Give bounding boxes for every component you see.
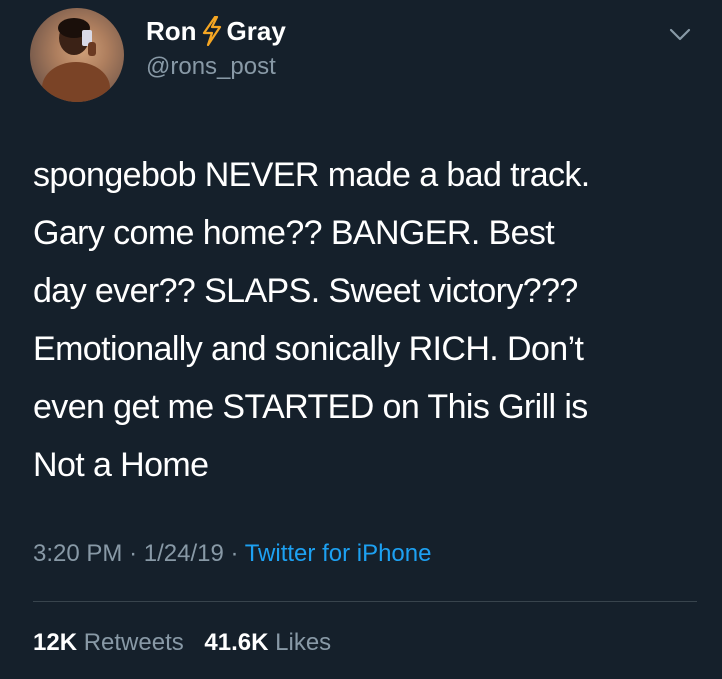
tweet-date[interactable]: 1/24/19 <box>144 540 224 567</box>
retweets-count: 12K <box>33 629 78 656</box>
avatar[interactable] <box>30 8 124 102</box>
avatar-photo <box>30 8 124 102</box>
likes-stat[interactable]: 41.6K Likes <box>204 629 331 656</box>
tweet-text: spongebob NEVER made a bad track. Gary c… <box>33 146 693 494</box>
tweet-text-line: Not a Home <box>33 446 209 484</box>
tweet-text-line: spongebob NEVER made a bad track. <box>33 156 590 194</box>
user-handle[interactable]: @rons_post <box>146 52 276 82</box>
meta-separator: · <box>129 540 138 567</box>
tweet-source-link[interactable]: Twitter for iPhone <box>245 540 432 567</box>
tweet-text-line: Emotionally and sonically RICH. Don’t <box>33 330 584 368</box>
meta-separator: · <box>230 540 239 567</box>
likes-count: 41.6K <box>204 629 269 656</box>
retweets-stat[interactable]: 12K Retweets <box>33 629 184 656</box>
divider <box>33 601 697 602</box>
lightning-bolt-icon <box>201 16 223 46</box>
display-name-last: Gray <box>226 16 286 46</box>
display-name-first: Ron <box>146 16 197 46</box>
tweet-text-line: even get me STARTED on This Grill is <box>33 388 588 426</box>
tweet-text-line: day ever?? SLAPS. Sweet victory??? <box>33 272 578 310</box>
chevron-down-icon[interactable] <box>662 20 698 50</box>
tweet-meta: 3:20 PM · 1/24/19 · Twitter for iPhone <box>33 537 431 571</box>
display-name[interactable]: Ron Gray <box>146 14 286 48</box>
likes-label: Likes <box>275 629 332 656</box>
retweets-label: Retweets <box>83 629 184 656</box>
tweet-time[interactable]: 3:20 PM <box>33 540 122 567</box>
tweet-stats: 12K Retweets 41.6K Likes <box>33 626 331 660</box>
tweet-text-line: Gary come home?? BANGER. Best <box>33 214 555 252</box>
